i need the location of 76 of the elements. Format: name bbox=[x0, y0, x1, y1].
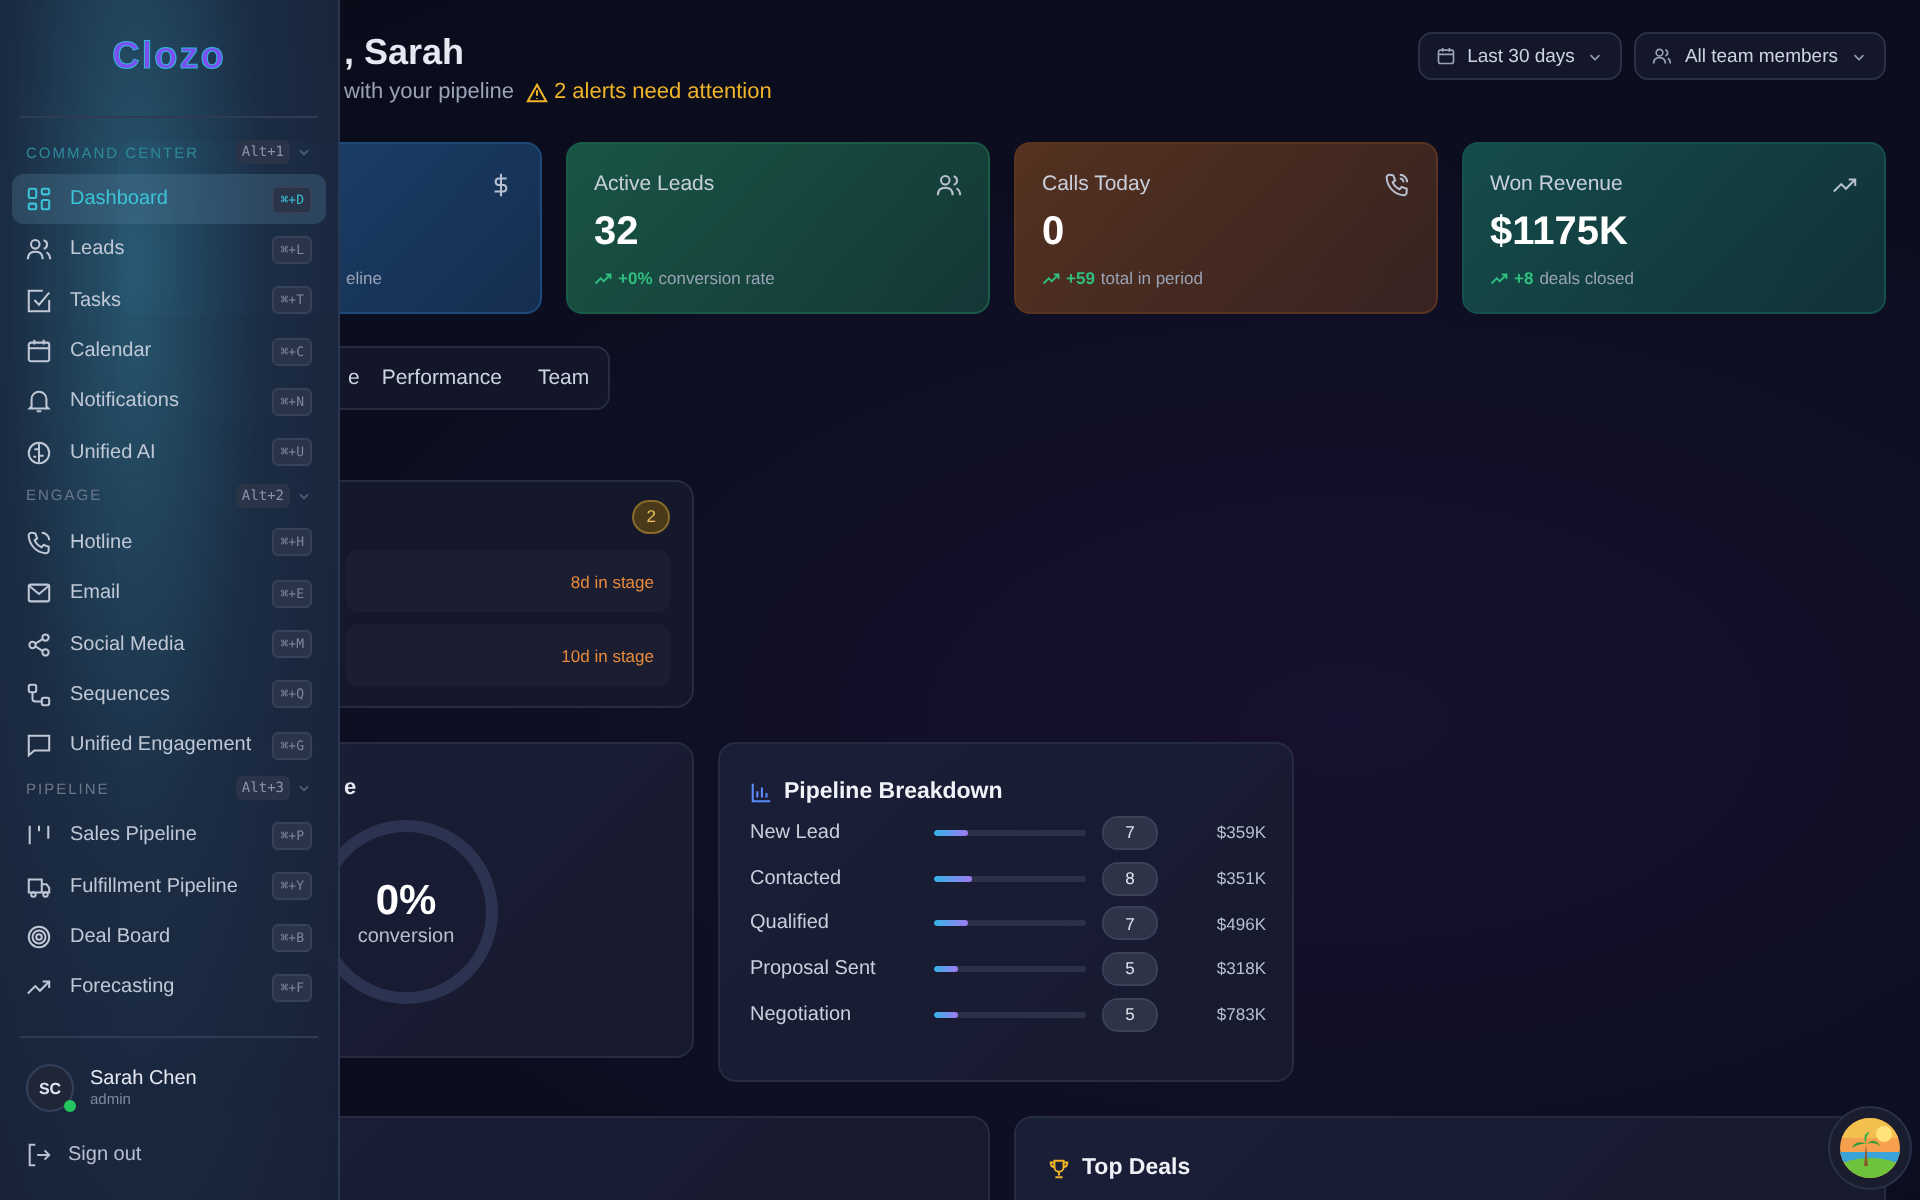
mail-icon bbox=[26, 580, 52, 607]
user-name: Sarah Chen bbox=[90, 1068, 197, 1091]
tab[interactable]: e bbox=[344, 352, 364, 404]
stage-time: 8d in stage bbox=[570, 571, 654, 591]
chat-icon bbox=[26, 732, 52, 759]
share-icon bbox=[26, 631, 52, 658]
alert-row[interactable]: 10d in stage bbox=[346, 624, 670, 686]
trophy-icon bbox=[1048, 1157, 1070, 1179]
stage-time: 10d in stage bbox=[561, 645, 654, 665]
page-subtitle: with your pipeline bbox=[344, 80, 514, 104]
trend-up-icon bbox=[1042, 271, 1060, 285]
columns-icon bbox=[26, 822, 52, 849]
stage-label: Qualified bbox=[750, 912, 831, 935]
card-title: Top Deals bbox=[1082, 1156, 1191, 1180]
stage-label: Contacted bbox=[750, 867, 844, 890]
stat-delta: +0% bbox=[618, 268, 653, 288]
card-title: e bbox=[344, 774, 357, 802]
phone-icon bbox=[1384, 171, 1410, 197]
tab[interactable]: Performance bbox=[363, 352, 520, 404]
count-badge: 5 bbox=[1102, 997, 1158, 1032]
stage-label: Proposal Sent bbox=[750, 957, 878, 980]
trend-up-icon bbox=[1490, 271, 1508, 285]
filter-dropdown[interactable]: All team members bbox=[1634, 32, 1886, 80]
stat-title: Calls Today bbox=[1042, 172, 1151, 196]
stage-value: $359K bbox=[1214, 822, 1266, 843]
assistant-button[interactable] bbox=[1828, 1106, 1912, 1190]
stat-value: 32 bbox=[594, 210, 639, 254]
page-title: , Sarah bbox=[344, 32, 465, 72]
stat-value: 0 bbox=[1042, 210, 1065, 254]
count-badge: 2 bbox=[632, 500, 670, 534]
check-icon bbox=[26, 287, 52, 314]
stage-value: $496K bbox=[1214, 913, 1266, 934]
calendar-icon bbox=[1435, 46, 1456, 66]
users-icon bbox=[1652, 46, 1673, 66]
phone-icon bbox=[26, 529, 52, 556]
stage-value: $783K bbox=[1214, 1004, 1266, 1025]
users-icon bbox=[936, 171, 962, 197]
stat-note: conversion rate bbox=[658, 268, 775, 288]
stat-note: total in period bbox=[1100, 268, 1203, 288]
stat-delta: +8 bbox=[1514, 268, 1534, 288]
alert-row[interactable]: 8d in stage bbox=[346, 550, 670, 612]
tab[interactable]: Team bbox=[519, 352, 608, 404]
stat-title: Active Leads bbox=[594, 172, 715, 196]
stat-note: eline bbox=[346, 268, 382, 288]
filter-dropdown[interactable]: Last 30 days bbox=[1417, 32, 1623, 80]
calendar-icon bbox=[26, 338, 52, 365]
stage-value: $318K bbox=[1214, 958, 1266, 979]
stat-title: Won Revenue bbox=[1490, 172, 1623, 196]
stage-value: $351K bbox=[1214, 868, 1266, 889]
count-badge: 5 bbox=[1102, 951, 1158, 986]
stage-label: New Lead bbox=[750, 821, 843, 844]
sign-out-icon bbox=[26, 1142, 52, 1169]
trend-up-icon bbox=[594, 271, 612, 285]
stage-label: Negotiation bbox=[750, 1003, 854, 1026]
bell-icon bbox=[26, 388, 52, 415]
chevron-down-icon[interactable] bbox=[296, 780, 312, 797]
count-badge: 7 bbox=[1102, 815, 1158, 850]
warning-icon bbox=[526, 81, 548, 103]
conversion-value: 0% bbox=[375, 877, 437, 925]
chevron-down-icon[interactable] bbox=[296, 144, 312, 160]
count-badge: 8 bbox=[1102, 861, 1158, 896]
conversion-caption: conversion bbox=[357, 925, 455, 947]
bar-chart-icon bbox=[750, 781, 772, 803]
users-icon bbox=[26, 236, 52, 263]
logo: Clozo bbox=[112, 36, 226, 80]
truck-icon bbox=[26, 873, 52, 900]
grid-icon bbox=[26, 186, 52, 213]
card-title: Pipeline Breakdown bbox=[784, 780, 1003, 804]
stat-note: deals closed bbox=[1539, 268, 1634, 288]
stat-value: $1175K bbox=[1490, 210, 1628, 254]
user-avatar[interactable]: SC bbox=[26, 1064, 74, 1113]
count-badge: 7 bbox=[1102, 906, 1158, 941]
alert-notice[interactable]: 2 alerts need attention bbox=[526, 80, 772, 104]
sign-out-button[interactable]: Sign out bbox=[12, 1134, 156, 1177]
stat-delta: +59 bbox=[1066, 268, 1095, 288]
target-icon bbox=[26, 924, 52, 950]
